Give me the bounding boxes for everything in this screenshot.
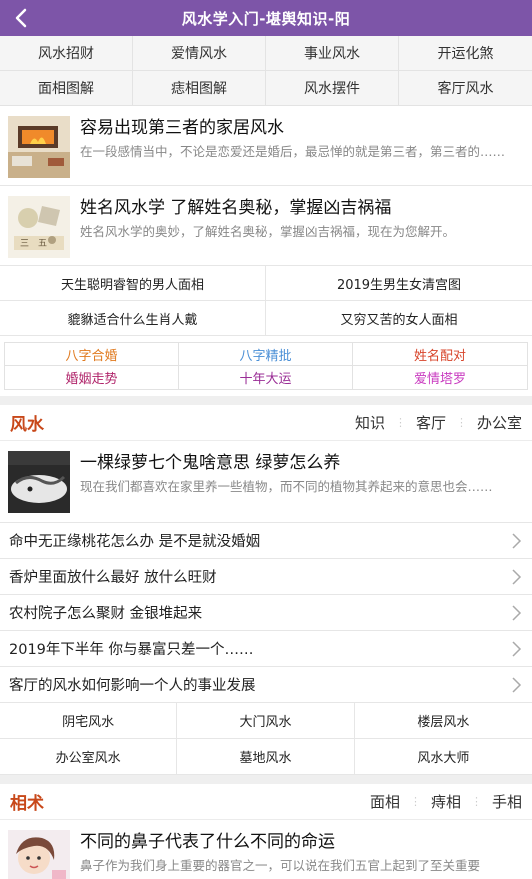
nav-item[interactable]: 爱情风水 (133, 36, 266, 71)
topic-link[interactable]: 2019生男生女清宫图 (266, 266, 532, 301)
chevron-right-icon (512, 532, 522, 549)
list-item-title: 客厅的风水如何影响一个人的事业发展 (9, 678, 256, 694)
topic-link[interactable]: 貔貅适合什么生肖人戴 (0, 301, 266, 336)
article-title: 容易出现第三者的家居风水 (80, 118, 284, 138)
fengshui-feature-article[interactable]: 一棵绿萝七个鬼啥意思 绿萝怎么养 现在我们都喜欢在家里养一些植物，而不同的植物其… (0, 441, 532, 523)
tool-link[interactable]: 八字合婚 (5, 343, 179, 366)
section-title: 风水 (10, 415, 44, 435)
nav-item[interactable]: 面相图解 (0, 71, 133, 106)
article-thumbnail (8, 116, 70, 178)
section-link[interactable]: 痔相 (431, 791, 461, 812)
back-arrow-icon[interactable] (10, 6, 32, 30)
nav-item[interactable]: 客厅风水 (399, 71, 532, 106)
list-item-title: 香炉里面放什么最好 放什么旺财 (9, 570, 217, 586)
article-thumbnail (8, 451, 70, 513)
article-title: 姓名风水学 了解姓名奥秘，掌握凶吉祸福 (80, 198, 392, 218)
article-title: 不同的鼻子代表了什么不同的命运 (80, 832, 335, 852)
nav-item[interactable]: 风水招财 (0, 36, 133, 71)
article-desc: 鼻子作为我们身上重要的器官之一，可以说在我们五官上起到了至关重要 (80, 858, 481, 873)
topic-link[interactable]: 又穷又苦的女人面相 (266, 301, 532, 336)
separator-icon: ⋮ (394, 416, 406, 429)
nav-item[interactable]: 事业风水 (266, 36, 399, 71)
top-nav-grid: 风水招财 爱情风水 事业风水 开运化煞 面相图解 痣相图解 风水摆件 客厅风水 (0, 36, 532, 106)
tool-link[interactable]: 婚姻走势 (5, 366, 179, 389)
xiangshu-section-header: 相术 面相 ⋮ 痔相 ⋮ 手相 (0, 784, 532, 820)
tool-link[interactable]: 十年大运 (179, 366, 353, 389)
category-link[interactable]: 楼层风水 (354, 703, 532, 739)
section-link[interactable]: 手相 (492, 791, 522, 812)
article-thumbnail (8, 830, 70, 879)
list-item[interactable]: 农村院子怎么聚财 金银堆起来 (0, 595, 532, 631)
fengshui-category-grid: 阴宅风水 大门风水 楼层风水 办公室风水 墓地风水 风水大师 (0, 703, 532, 775)
featured-article[interactable]: 三 五 姓名风水学 了解姓名奥秘，掌握凶吉祸福 姓名风水学的奥妙，了解姓名奥秘，… (0, 186, 532, 266)
svg-text:五: 五 (38, 239, 47, 249)
section-divider (0, 396, 532, 405)
article-desc: 在一段感情当中，不论是恋爱还是婚后，最忌惮的就是第三者，第三者的…… (80, 144, 506, 159)
chevron-right-icon (512, 604, 522, 621)
nav-item[interactable]: 痣相图解 (133, 71, 266, 106)
category-link[interactable]: 阴宅风水 (0, 703, 178, 739)
category-link[interactable]: 墓地风水 (177, 739, 355, 775)
tool-link[interactable]: 爱情塔罗 (353, 366, 527, 389)
chevron-right-icon (512, 568, 522, 585)
tool-grid: 八字合婚 八字精批 姓名配对 婚姻走势 十年大运 爱情塔罗 (4, 342, 528, 390)
nav-item[interactable]: 风水摆件 (266, 71, 399, 106)
featured-article[interactable]: 容易出现第三者的家居风水 在一段感情当中，不论是恋爱还是婚后，最忌惮的就是第三者… (0, 106, 532, 186)
section-link[interactable]: 面相 (370, 791, 400, 812)
chevron-right-icon (512, 676, 522, 693)
article-thumbnail: 三 五 (8, 196, 70, 258)
list-item-title: 2019年下半年 你与暴富只差一个…… (9, 642, 254, 658)
fengshui-section-header: 风水 知识 ⋮ 客厅 ⋮ 办公室 (0, 405, 532, 441)
list-item[interactable]: 命中无正缘桃花怎么办 是不是就没婚姻 (0, 523, 532, 559)
fengshui-article-list: 命中无正缘桃花怎么办 是不是就没婚姻 香炉里面放什么最好 放什么旺财 农村院子怎… (0, 523, 532, 703)
nav-item[interactable]: 开运化煞 (399, 36, 532, 71)
top-bar: 风水学入门-堪舆知识-阳 (0, 0, 532, 36)
article-title: 一棵绿萝七个鬼啥意思 绿萝怎么养 (80, 453, 341, 473)
separator-icon: ⋮ (409, 795, 421, 808)
xiangshu-feature-article[interactable]: 不同的鼻子代表了什么不同的命运 鼻子作为我们身上重要的器官之一，可以说在我们五官… (0, 820, 532, 879)
section-title: 相术 (10, 794, 44, 814)
tool-link[interactable]: 八字精批 (179, 343, 353, 366)
separator-icon: ⋮ (455, 416, 467, 429)
topic-link[interactable]: 天生聪明睿智的男人面相 (0, 266, 266, 301)
section-link[interactable]: 客厅 (416, 412, 446, 433)
list-item[interactable]: 客厅的风水如何影响一个人的事业发展 (0, 667, 532, 703)
tool-link[interactable]: 姓名配对 (353, 343, 527, 366)
chevron-right-icon (512, 640, 522, 657)
separator-icon: ⋮ (470, 795, 482, 808)
section-link[interactable]: 办公室 (477, 412, 522, 433)
category-link[interactable]: 办公室风水 (0, 739, 178, 775)
section-divider (0, 775, 532, 784)
category-link[interactable]: 大门风水 (177, 703, 355, 739)
article-desc: 姓名风水学的奥妙，了解姓名奥秘，掌握凶吉祸福，现在为您解开。 (80, 224, 456, 239)
category-link[interactable]: 风水大师 (354, 739, 532, 775)
article-desc: 现在我们都喜欢在家里养一些植物，而不同的植物其养起来的意思也会…… (80, 479, 493, 494)
list-item-title: 农村院子怎么聚财 金银堆起来 (9, 606, 203, 622)
topic-link-grid: 天生聪明睿智的男人面相 2019生男生女清宫图 貔貅适合什么生肖人戴 又穷又苦的… (0, 266, 532, 336)
list-item[interactable]: 2019年下半年 你与暴富只差一个…… (0, 631, 532, 667)
page-title: 风水学入门-堪舆知识-阳 (181, 9, 351, 28)
list-item-title: 命中无正缘桃花怎么办 是不是就没婚姻 (9, 534, 261, 550)
list-item[interactable]: 香炉里面放什么最好 放什么旺财 (0, 559, 532, 595)
section-link[interactable]: 知识 (355, 412, 385, 433)
svg-text:三: 三 (20, 239, 29, 249)
